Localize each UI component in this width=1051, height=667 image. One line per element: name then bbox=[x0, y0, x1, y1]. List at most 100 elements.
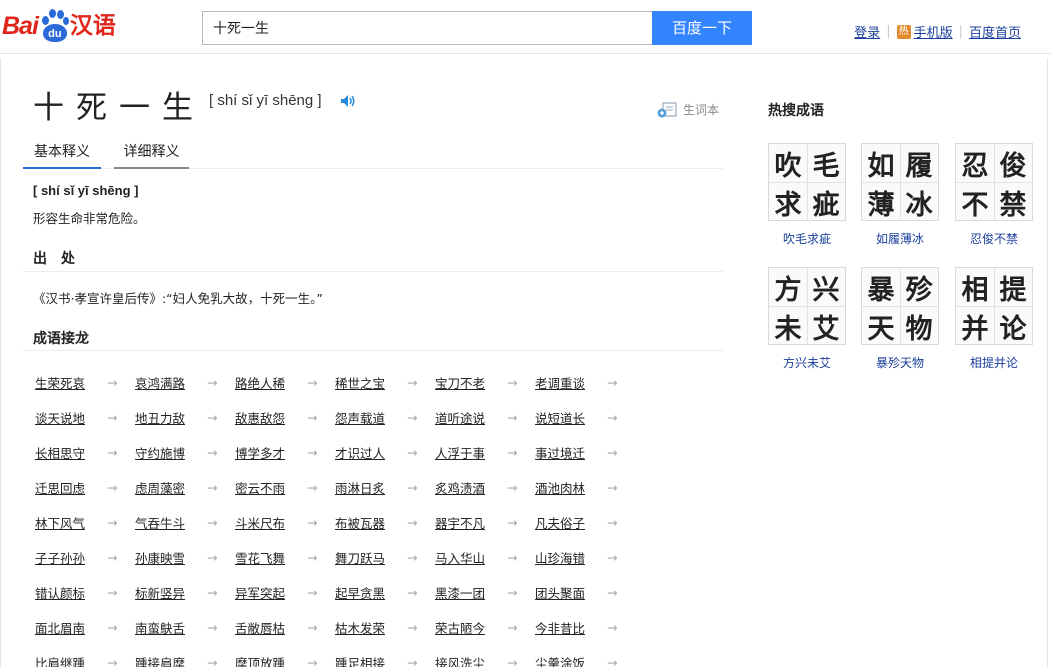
hot-idiom-link[interactable]: 吹毛求疵 bbox=[768, 230, 846, 247]
hot-idiom-link[interactable]: 如履薄冰 bbox=[861, 230, 939, 247]
chain-idiom-link[interactable]: 器宇不凡 bbox=[435, 513, 505, 532]
chain-idiom-link[interactable]: 迁思回虑 bbox=[35, 478, 105, 497]
chain-idiom-link[interactable]: 面北眉南 bbox=[35, 618, 105, 637]
chain-idiom-link[interactable]: 气吞牛斗 bbox=[135, 513, 205, 532]
tab-basic-definition[interactable]: 基本释义 bbox=[23, 139, 101, 169]
idiom-character: 忍 bbox=[961, 151, 989, 182]
chain-row: 林下风气 → 气吞牛斗 → 斗米尺布 → 布被瓦器 → 器宇不凡 → 凡夫俗子 → bbox=[35, 505, 675, 540]
chain-item: 踵接肩摩 → bbox=[135, 653, 235, 667]
chain-item: 雪花飞舞 → bbox=[235, 548, 335, 567]
chain-idiom-link[interactable]: 南蛮鴃舌 bbox=[135, 618, 205, 637]
idiom-character-grid[interactable]: 忍俊不禁 bbox=[955, 143, 1033, 221]
idiom-character: 俊 bbox=[999, 151, 1027, 182]
hot-idiom-card[interactable]: 忍俊不禁忍俊不禁 bbox=[955, 143, 1035, 247]
chain-idiom-link[interactable]: 路绝人稀 bbox=[235, 373, 305, 392]
hot-idiom-link[interactable]: 相提并论 bbox=[955, 354, 1033, 371]
chain-idiom-link[interactable]: 孙康映雪 bbox=[135, 548, 205, 567]
chain-idiom-link[interactable]: 今非昔比 bbox=[535, 618, 605, 637]
hot-idiom-card[interactable]: 相提并论相提并论 bbox=[955, 267, 1035, 371]
hot-idiom-link[interactable]: 忍俊不禁 bbox=[955, 230, 1033, 247]
chain-idiom-link[interactable]: 比肩继踵 bbox=[35, 653, 105, 667]
chain-idiom-link[interactable]: 接风洗尘 bbox=[435, 653, 505, 667]
chain-idiom-link[interactable]: 黑漆一团 bbox=[435, 583, 505, 602]
chain-idiom-link[interactable]: 异军突起 bbox=[235, 583, 305, 602]
chain-idiom-link[interactable]: 林下风气 bbox=[35, 513, 105, 532]
arrow-right-icon: → bbox=[107, 515, 118, 530]
baidu-home-link[interactable]: 百度首页 bbox=[969, 22, 1021, 41]
arrow-right-icon: → bbox=[107, 620, 118, 635]
chain-idiom-link[interactable]: 才识过人 bbox=[335, 443, 405, 462]
chain-idiom-link[interactable]: 舌敝唇枯 bbox=[235, 618, 305, 637]
chain-idiom-link[interactable]: 马入华山 bbox=[435, 548, 505, 567]
chain-idiom-link[interactable]: 起早贪黑 bbox=[335, 583, 405, 602]
chain-idiom-link[interactable]: 道听途说 bbox=[435, 408, 505, 427]
chain-idiom-link[interactable]: 哀鸿满路 bbox=[135, 373, 205, 392]
chain-idiom-link[interactable]: 老调重谈 bbox=[535, 373, 605, 392]
hot-idiom-link[interactable]: 方兴未艾 bbox=[768, 354, 846, 371]
chain-row: 谈天说地 → 地丑力敌 → 敌惠敌怨 → 怨声载道 → 道听途说 → 说短道长 → bbox=[35, 400, 675, 435]
chain-idiom-link[interactable]: 人浮于事 bbox=[435, 443, 505, 462]
chain-idiom-link[interactable]: 尘羹涂饭 bbox=[535, 653, 605, 667]
idiom-character-grid[interactable]: 吹毛求疵 bbox=[768, 143, 846, 221]
hot-idiom-card[interactable]: 暴殄天物暴殄天物 bbox=[861, 267, 941, 371]
chain-idiom-link[interactable]: 宝刀不老 bbox=[435, 373, 505, 392]
chain-idiom-link[interactable]: 密云不雨 bbox=[235, 478, 305, 497]
chain-idiom-link[interactable]: 标新竖异 bbox=[135, 583, 205, 602]
chain-idiom-link[interactable]: 虑周藻密 bbox=[135, 478, 205, 497]
chain-idiom-link[interactable]: 踵足相接 bbox=[335, 653, 405, 667]
idiom-character-grid[interactable]: 相提并论 bbox=[955, 267, 1033, 345]
chain-idiom-link[interactable]: 地丑力敌 bbox=[135, 408, 205, 427]
arrow-right-icon: → bbox=[307, 410, 318, 425]
baidu-hanyu-logo[interactable]: Bai du 汉语 bbox=[2, 6, 116, 46]
hot-idiom-link[interactable]: 暴殄天物 bbox=[861, 354, 939, 371]
chain-idiom-link[interactable]: 布被瓦器 bbox=[335, 513, 405, 532]
divider bbox=[23, 350, 723, 351]
chain-idiom-link[interactable]: 酒池肉林 bbox=[535, 478, 605, 497]
idiom-character-grid[interactable]: 方兴未艾 bbox=[768, 267, 846, 345]
search-input[interactable] bbox=[202, 11, 653, 45]
chain-idiom-link[interactable]: 说短道长 bbox=[535, 408, 605, 427]
chain-item: 哀鸿满路 → bbox=[135, 373, 235, 392]
speaker-icon[interactable] bbox=[340, 94, 356, 108]
idiom-character-grid[interactable]: 暴殄天物 bbox=[861, 267, 939, 345]
chain-item: 守约施博 → bbox=[135, 443, 235, 462]
chain-idiom-link[interactable]: 稀世之宝 bbox=[335, 373, 405, 392]
chain-idiom-link[interactable]: 雪花飞舞 bbox=[235, 548, 305, 567]
tab-detailed-definition[interactable]: 详细释义 bbox=[114, 139, 189, 169]
chain-idiom-link[interactable]: 舞刀跃马 bbox=[335, 548, 405, 567]
idiom-character-grid[interactable]: 如履薄冰 bbox=[861, 143, 939, 221]
arrow-right-icon: → bbox=[507, 375, 518, 390]
chain-item: 虑周藻密 → bbox=[135, 478, 235, 497]
chain-idiom-link[interactable]: 团头聚面 bbox=[535, 583, 605, 602]
arrow-right-icon: → bbox=[507, 620, 518, 635]
chain-idiom-link[interactable]: 事过境迁 bbox=[535, 443, 605, 462]
mobile-link[interactable]: 手机版 bbox=[914, 22, 953, 41]
chain-idiom-link[interactable]: 摩顶放踵 bbox=[235, 653, 305, 667]
chain-idiom-link[interactable]: 斗米尺布 bbox=[235, 513, 305, 532]
chain-idiom-link[interactable]: 枯木发荣 bbox=[335, 618, 405, 637]
chain-idiom-link[interactable]: 炙鸡渍酒 bbox=[435, 478, 505, 497]
chain-idiom-link[interactable]: 守约施博 bbox=[135, 443, 205, 462]
chain-idiom-link[interactable]: 错认颜标 bbox=[35, 583, 105, 602]
login-link[interactable]: 登录 bbox=[854, 22, 880, 41]
chain-idiom-link[interactable]: 踵接肩摩 bbox=[135, 653, 205, 667]
main-content: 十死一生 [ shí sǐ yī shēng ] 生词本 基本释义 详细释义 [… bbox=[0, 58, 1048, 667]
chain-idiom-link[interactable]: 生荣死哀 bbox=[35, 373, 105, 392]
chain-idiom-link[interactable]: 山珍海错 bbox=[535, 548, 605, 567]
hot-idiom-card[interactable]: 如履薄冰如履薄冰 bbox=[861, 143, 941, 247]
chain-item: 斗米尺布 → bbox=[235, 513, 335, 532]
chain-idiom-link[interactable]: 怨声载道 bbox=[335, 408, 405, 427]
hot-idiom-card[interactable]: 吹毛求疵吹毛求疵 bbox=[768, 143, 848, 247]
chain-idiom-link[interactable]: 荣古陋今 bbox=[435, 618, 505, 637]
vocab-notebook-button[interactable]: 生词本 bbox=[657, 101, 719, 118]
chain-idiom-link[interactable]: 博学多才 bbox=[235, 443, 305, 462]
chain-idiom-link[interactable]: 雨淋日炙 bbox=[335, 478, 405, 497]
chain-idiom-link[interactable]: 子子孙孙 bbox=[35, 548, 105, 567]
search-button[interactable]: 百度一下 bbox=[652, 11, 752, 45]
chain-idiom-link[interactable]: 凡夫俗子 bbox=[535, 513, 605, 532]
idiom-character: 物 bbox=[905, 314, 933, 345]
chain-idiom-link[interactable]: 敌惠敌怨 bbox=[235, 408, 305, 427]
chain-idiom-link[interactable]: 长相思守 bbox=[35, 443, 105, 462]
hot-idiom-card[interactable]: 方兴未艾方兴未艾 bbox=[768, 267, 848, 371]
chain-idiom-link[interactable]: 谈天说地 bbox=[35, 408, 105, 427]
